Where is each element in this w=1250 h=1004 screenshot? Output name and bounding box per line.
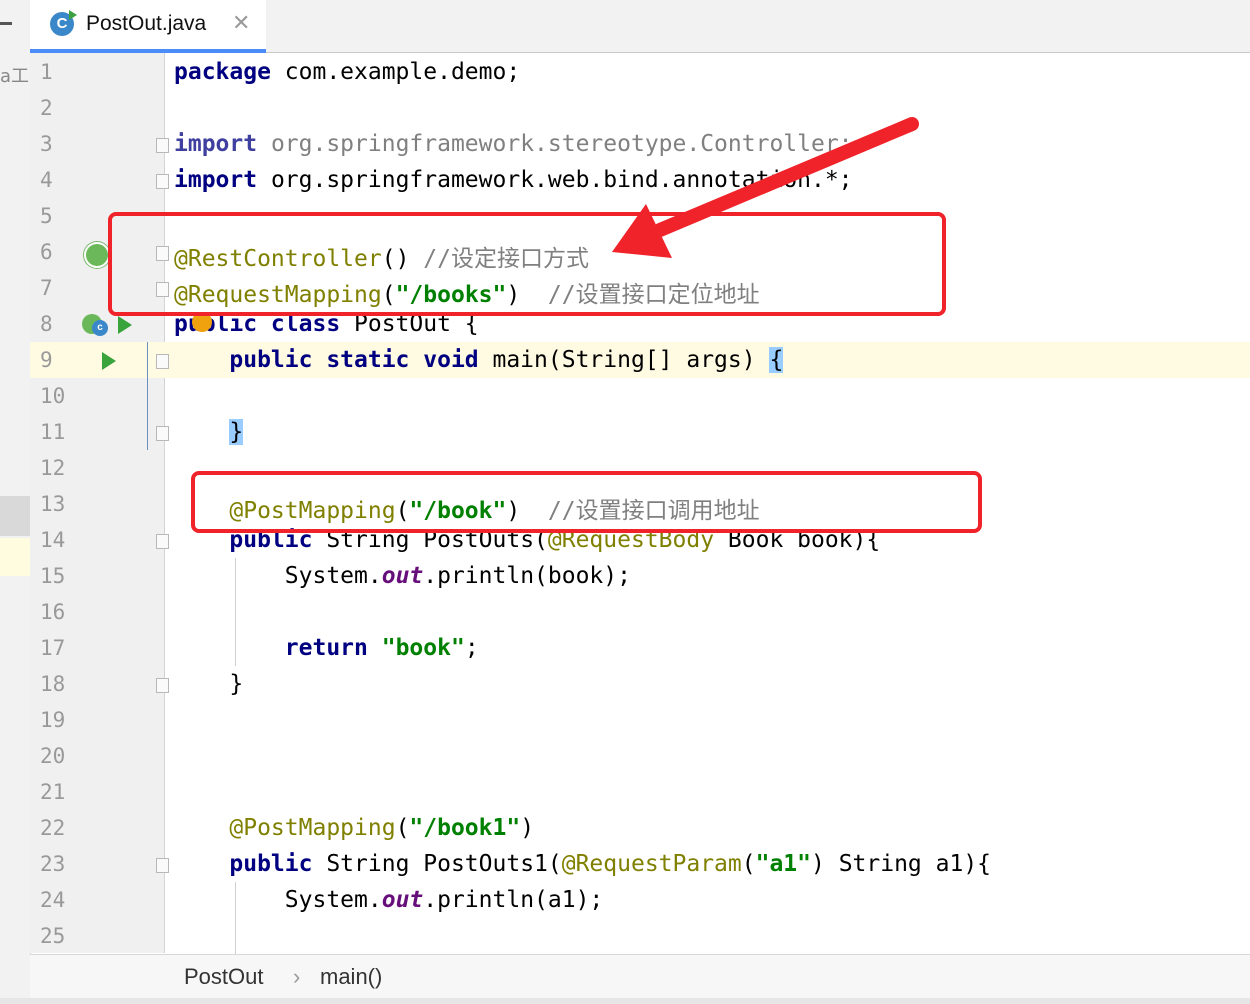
breadcrumb: PostOut › main() <box>30 954 1250 999</box>
breadcrumb-separator-icon: › <box>293 964 301 989</box>
breadcrumb-class[interactable]: PostOut <box>184 964 263 990</box>
breadcrumb-method[interactable]: main() <box>320 964 382 990</box>
status-bar <box>0 998 1250 1004</box>
arrow-icon <box>612 117 919 258</box>
